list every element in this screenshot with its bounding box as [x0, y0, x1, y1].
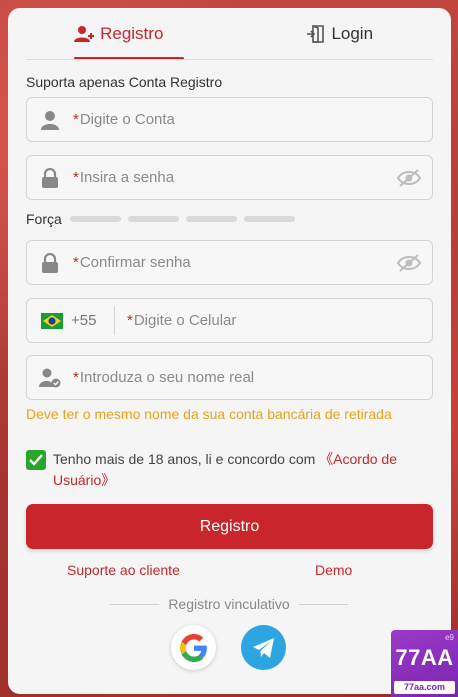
- tab-registro-label: Registro: [100, 24, 164, 43]
- tab-login[interactable]: Login: [230, 8, 452, 60]
- user-plus-icon: [74, 26, 95, 42]
- auth-tabs: Registro Login: [8, 8, 451, 60]
- confirm-required-mark: *: [73, 254, 79, 271]
- brand-tag: e9: [445, 633, 454, 642]
- tab-login-label: Login: [331, 24, 374, 43]
- telegram-login-button[interactable]: [241, 625, 286, 670]
- register-submit-button[interactable]: Registro: [26, 504, 433, 549]
- confirm-password-field[interactable]: * Confirmar senha: [26, 240, 433, 285]
- account-placeholder: Digite o Conta: [79, 111, 175, 128]
- name-warning: Deve ter o mesmo nome da sua conta bancá…: [26, 406, 392, 422]
- door-enter-icon: [307, 25, 325, 43]
- demo-link[interactable]: Demo: [315, 562, 352, 578]
- agreement-text: Tenho mais de 18 anos, li e concordo com…: [53, 449, 436, 491]
- country-code-select[interactable]: +55: [27, 306, 115, 335]
- google-login-button[interactable]: [171, 625, 216, 670]
- brand-logo-text: 77AA: [395, 645, 454, 670]
- eye-off-icon[interactable]: [386, 168, 432, 187]
- real-name-placeholder: Introduza o seu nome real: [79, 369, 255, 386]
- brand-url: 77aa.com: [394, 681, 455, 694]
- strength-bar: [127, 216, 179, 222]
- bind-label: Registro vinculativo: [168, 596, 290, 612]
- divider-line: [298, 603, 349, 605]
- agreement-row: Tenho mais de 18 anos, li e concordo com…: [26, 449, 436, 491]
- telegram-icon: [252, 637, 274, 658]
- agreement-statement: Tenho mais de 18 anos, li e concordo com: [53, 451, 320, 467]
- user-icon: [27, 110, 73, 130]
- account-field[interactable]: * Digite o Conta: [26, 97, 433, 142]
- user-check-icon: [27, 368, 73, 388]
- confirm-placeholder: Confirmar senha: [79, 254, 191, 271]
- customer-support-link[interactable]: Suporte ao cliente: [67, 562, 180, 578]
- password-required-mark: *: [73, 169, 79, 186]
- register-modal: Registro Login Suporta apenas Conta Regi…: [8, 8, 451, 694]
- country-code: +55: [71, 312, 97, 329]
- phone-field[interactable]: +55 * Digite o Celular: [26, 298, 433, 343]
- lock-icon: [27, 167, 73, 188]
- brand-badge[interactable]: e9 77AA 77aa.com: [391, 630, 458, 697]
- password-placeholder: Insira a senha: [79, 169, 175, 186]
- register-hint: Suporta apenas Conta Registro: [26, 74, 223, 90]
- password-field[interactable]: * Insira a senha: [26, 155, 433, 200]
- real-name-required-mark: *: [73, 369, 79, 386]
- strength-bar: [69, 216, 121, 222]
- real-name-field[interactable]: * Introduza o seu nome real: [26, 355, 433, 400]
- agreement-checkbox[interactable]: [26, 450, 46, 470]
- strength-bar: [243, 216, 295, 222]
- phone-required-mark: *: [127, 312, 133, 329]
- lock-icon: [27, 252, 73, 273]
- password-strength: Força: [26, 211, 302, 227]
- tabs-divider: [26, 59, 433, 60]
- strength-label: Força: [26, 211, 62, 227]
- strength-bar: [185, 216, 237, 222]
- bind-divider: Registro vinculativo: [110, 596, 349, 612]
- check-icon: [29, 454, 43, 466]
- account-required-mark: *: [73, 111, 79, 128]
- divider-line: [110, 603, 160, 605]
- tab-registro[interactable]: Registro: [8, 8, 230, 60]
- google-icon: [179, 633, 207, 662]
- phone-placeholder: Digite o Celular: [133, 312, 237, 329]
- eye-off-icon[interactable]: [386, 253, 432, 272]
- brazil-flag-icon: [41, 312, 63, 329]
